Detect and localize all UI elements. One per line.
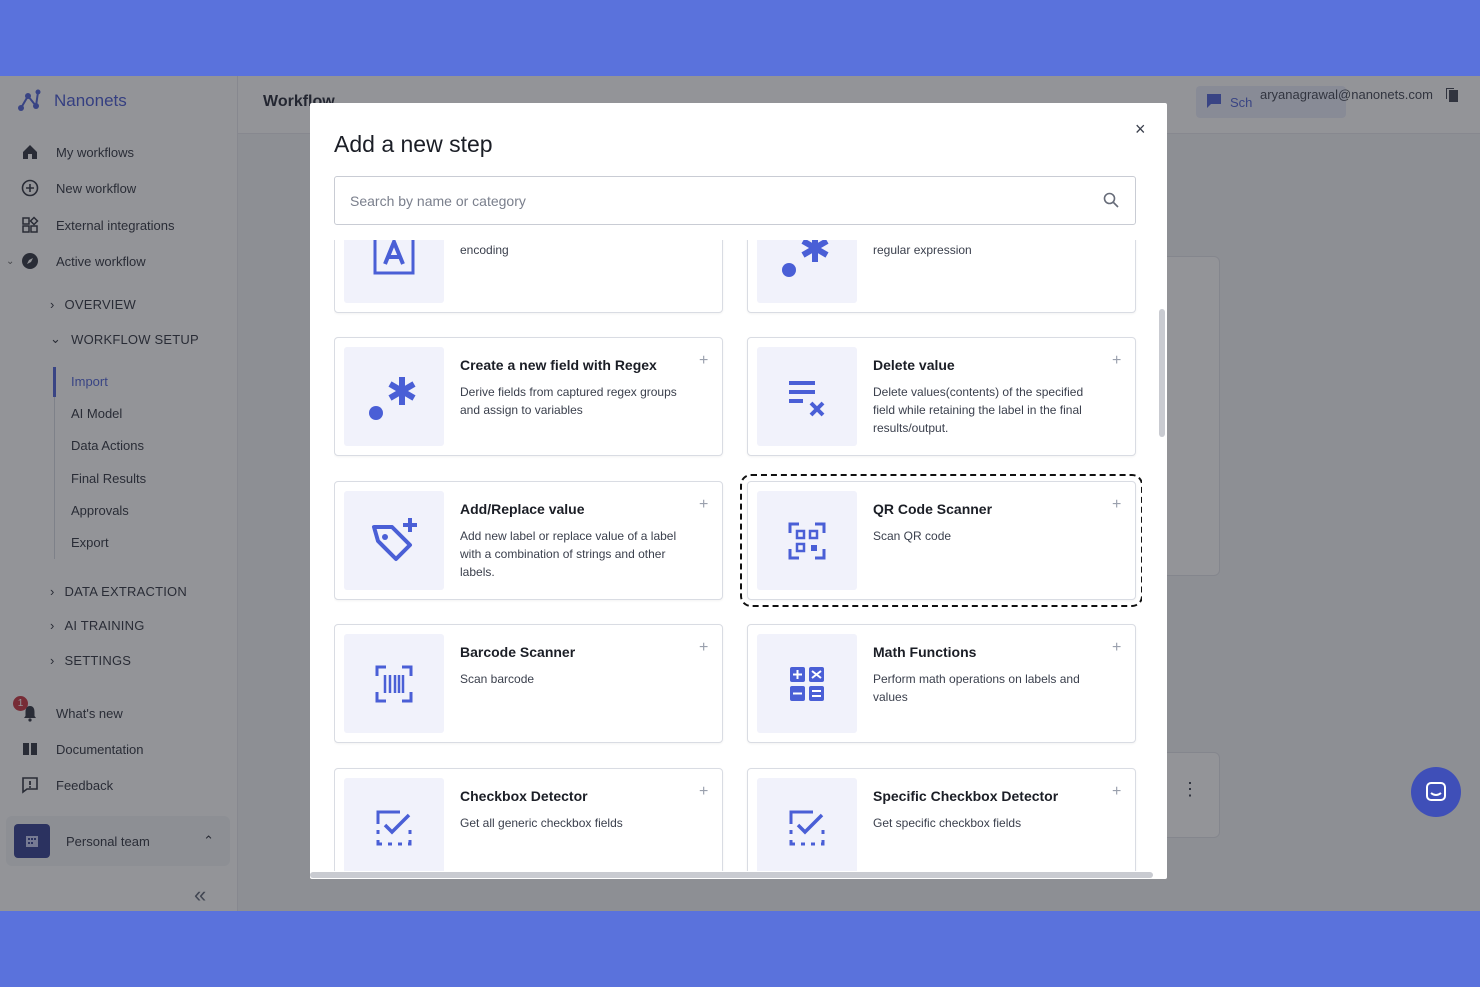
step-title: Barcode Scanner	[460, 644, 576, 660]
chat-icon	[1426, 782, 1446, 801]
step-desc: Get all generic checkbox fields	[460, 816, 623, 830]
modal-title: Add a new step	[334, 131, 493, 157]
step-desc: Convert a string into American Standard …	[460, 243, 509, 257]
search-field	[334, 176, 1136, 225]
step-card-qr-code-scanner[interactable]: QR Code Scanner Scan QR code +	[740, 474, 1142, 607]
add-step-plus-icon[interactable]: +	[699, 496, 708, 514]
step-card-ascii[interactable]: Convert a string into American Standard …	[334, 240, 723, 313]
add-step-plus-icon[interactable]: +	[699, 639, 708, 657]
step-card-specific-checkbox-detector[interactable]: Specific Checkbox Detector Get specific …	[747, 768, 1136, 871]
vertical-scrollbar[interactable]	[1159, 309, 1165, 437]
step-title: Checkbox Detector	[460, 788, 588, 804]
step-card-math-functions[interactable]: Math Functions Perform math operations o…	[747, 624, 1136, 743]
add-step-modal: Add a new step × Convert a string into A…	[310, 103, 1167, 879]
bottom-band	[0, 911, 1480, 987]
step-card-delete-value[interactable]: Delete value Delete values(contents) of …	[747, 337, 1136, 456]
add-step-plus-icon[interactable]: +	[699, 783, 708, 801]
step-title: Specific Checkbox Detector	[873, 788, 1059, 804]
qr-code-icon	[757, 491, 857, 590]
kebab-menu-icon[interactable]: ⋮	[1181, 780, 1199, 798]
add-step-plus-icon[interactable]: +	[1112, 783, 1121, 801]
add-step-plus-icon[interactable]: +	[1112, 352, 1121, 370]
delete-value-icon	[757, 347, 857, 446]
step-title: Delete value	[873, 357, 955, 373]
step-card-add-replace-value[interactable]: Add/Replace value Add new label or repla…	[334, 481, 723, 600]
step-title: Create a new field with Regex	[460, 357, 657, 373]
step-card-create-field-regex[interactable]: Create a new field with Regex Derive fie…	[334, 337, 723, 456]
step-desc: Derive fields from captured regex groups…	[460, 385, 677, 417]
step-card-checkbox-detector[interactable]: Checkbox Detector Get all generic checkb…	[334, 768, 723, 871]
step-desc: Perform math operations on labels and va…	[873, 672, 1080, 704]
barcode-icon	[344, 634, 444, 733]
step-list[interactable]: Convert a string into American Standard …	[334, 240, 1142, 871]
calculator-icon	[757, 634, 857, 733]
step-desc: Delete values(contents) of the specified…	[873, 385, 1084, 435]
step-desc: Get specific checkbox fields	[873, 816, 1022, 830]
step-card-barcode-scanner[interactable]: Barcode Scanner Scan barcode +	[334, 624, 723, 743]
add-step-plus-icon[interactable]: +	[1112, 496, 1121, 514]
step-title: QR Code Scanner	[873, 501, 993, 517]
search-input[interactable]	[335, 177, 1075, 224]
step-title: Math Functions	[873, 644, 977, 660]
step-desc: Scan QR code	[873, 529, 952, 543]
search-icon[interactable]	[1103, 192, 1119, 213]
chat-launcher-button[interactable]	[1411, 767, 1461, 817]
close-icon[interactable]: ×	[1135, 119, 1146, 140]
regex-icon	[757, 240, 857, 303]
tag-plus-icon	[344, 491, 444, 590]
add-step-plus-icon[interactable]: +	[1112, 639, 1121, 657]
step-desc: Extract the substring matching the regul…	[873, 243, 972, 257]
checkbox-icon	[757, 778, 857, 871]
ascii-icon	[344, 240, 444, 303]
checkbox-icon	[344, 778, 444, 871]
step-title: Add/Replace value	[460, 501, 585, 517]
add-step-plus-icon[interactable]: +	[699, 352, 708, 370]
horizontal-scrollbar[interactable]	[310, 872, 1153, 878]
step-card-regex-extract[interactable]: Extract the substring matching the regul…	[747, 240, 1136, 313]
step-desc: Scan barcode	[460, 672, 535, 686]
regex-icon	[344, 347, 444, 446]
step-desc: Add new label or replace value of a labe…	[460, 529, 677, 579]
